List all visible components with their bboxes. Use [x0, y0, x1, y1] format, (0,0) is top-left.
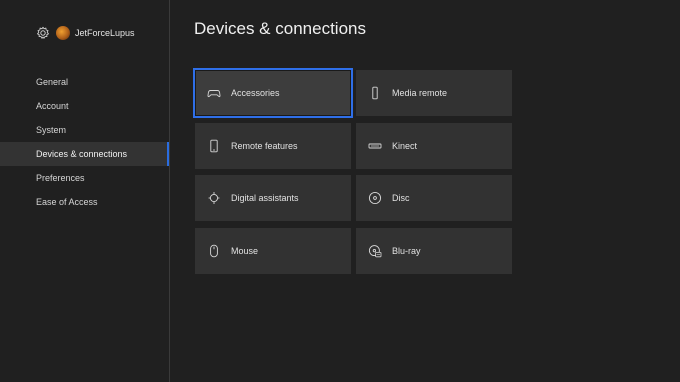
phone-icon — [207, 139, 221, 153]
tile-label: Blu-ray — [392, 246, 421, 256]
nav-item-preferences[interactable]: Preferences — [0, 166, 169, 190]
kinect-icon — [368, 139, 382, 153]
tile-label: Remote features — [231, 141, 298, 151]
tile-label: Media remote — [392, 88, 448, 98]
nav-item-devices-connections[interactable]: Devices & connections — [0, 142, 169, 166]
tile-blu-ray[interactable]: Blu-ray — [356, 228, 512, 274]
disc-icon — [368, 191, 382, 205]
tile-label: Disc — [392, 193, 410, 203]
controller-icon — [207, 86, 221, 100]
nav-item-account[interactable]: Account — [0, 94, 169, 118]
nav-item-general[interactable]: General — [0, 70, 169, 94]
assistant-icon — [207, 191, 221, 205]
remote-icon — [368, 86, 382, 100]
tile-kinect[interactable]: Kinect — [356, 123, 512, 169]
tile-label: Digital assistants — [231, 193, 299, 203]
tile-mouse[interactable]: Mouse — [195, 228, 351, 274]
avatar[interactable] — [56, 26, 70, 40]
page-title: Devices & connections — [194, 19, 366, 38]
profile-bar: JetForceLupus — [36, 25, 135, 41]
gamertag[interactable]: JetForceLupus — [75, 28, 135, 38]
tile-label: Mouse — [231, 246, 259, 256]
nav-item-system[interactable]: System — [0, 118, 169, 142]
tile-accessories[interactable]: Accessories — [193, 68, 353, 118]
tile-digital-assistants[interactable]: Digital assistants — [195, 175, 351, 221]
tile-remote-features[interactable]: Remote features — [195, 123, 351, 169]
bluray-icon — [368, 244, 382, 258]
gear-icon[interactable] — [36, 26, 50, 40]
tile-label: Kinect — [392, 141, 418, 151]
mouse-icon — [207, 244, 221, 258]
sidebar: JetForceLupus General Account System Dev… — [0, 0, 170, 382]
nav-item-ease-of-access[interactable]: Ease of Access — [0, 190, 169, 214]
settings-nav: General Account System Devices & connect… — [0, 70, 169, 214]
tile-disc[interactable]: Disc — [356, 175, 512, 221]
tile-label: Accessories — [231, 88, 280, 98]
tile-media-remote[interactable]: Media remote — [356, 70, 512, 116]
